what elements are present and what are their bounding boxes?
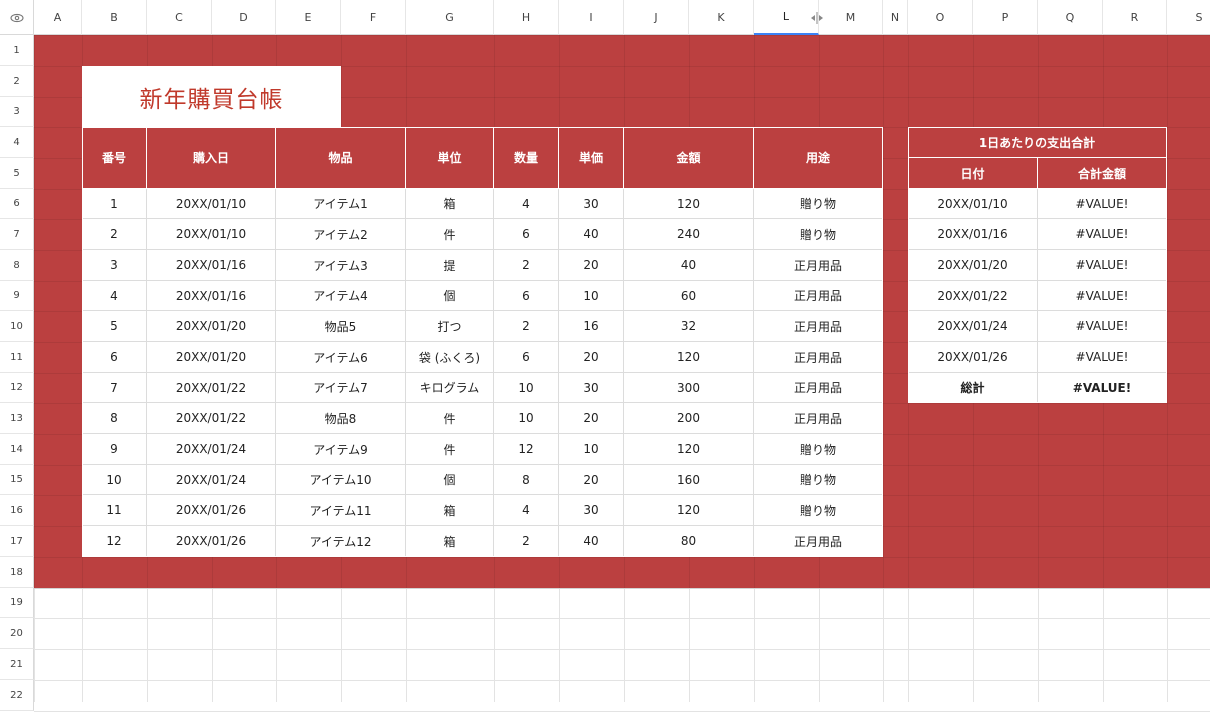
column-header-H[interactable]: H — [494, 0, 559, 35]
grid-line-horizontal — [34, 649, 1210, 650]
red-grid-line-horizontal — [34, 35, 1210, 36]
row-header-8[interactable]: 8 — [0, 250, 34, 281]
column-header-J[interactable]: J — [624, 0, 689, 35]
select-all-corner[interactable] — [0, 0, 34, 35]
column-header-E[interactable]: E — [276, 0, 341, 35]
row-header-1[interactable]: 1 — [0, 35, 34, 66]
row-header-13[interactable]: 13 — [0, 403, 34, 434]
column-resize-icon[interactable] — [810, 10, 824, 24]
column-header-A[interactable]: A — [34, 0, 82, 35]
column-header-S[interactable]: S — [1167, 0, 1210, 35]
row-header-20[interactable]: 20 — [0, 618, 34, 649]
column-header-D[interactable]: D — [212, 0, 276, 35]
grid-line-horizontal — [34, 680, 1210, 681]
row-header-2[interactable]: 2 — [0, 66, 34, 97]
summary-table — [908, 127, 1167, 403]
column-header-C[interactable]: C — [147, 0, 212, 35]
column-header-M[interactable]: M — [819, 0, 883, 35]
row-header-7[interactable]: 7 — [0, 219, 34, 250]
row-header-22[interactable]: 22 — [0, 680, 34, 711]
grid-line-horizontal — [34, 618, 1210, 619]
row-header-10[interactable]: 10 — [0, 311, 34, 342]
row-header-12[interactable]: 12 — [0, 373, 34, 403]
column-header-N[interactable]: N — [883, 0, 908, 35]
row-header-21[interactable]: 21 — [0, 649, 34, 680]
row-header-5[interactable]: 5 — [0, 158, 34, 189]
column-header-I[interactable]: I — [559, 0, 624, 35]
row-header-16[interactable]: 16 — [0, 495, 34, 526]
sheet-title: 新年購買台帳 — [82, 66, 341, 127]
red-grid-line-horizontal — [34, 557, 1210, 558]
column-header-G[interactable]: G — [406, 0, 494, 35]
row-header-6[interactable]: 6 — [0, 189, 34, 219]
row-header-15[interactable]: 15 — [0, 465, 34, 495]
column-header-B[interactable]: B — [82, 0, 147, 35]
purchase-table — [82, 127, 883, 557]
row-header-18[interactable]: 18 — [0, 557, 34, 588]
red-grid-line-horizontal — [34, 588, 1210, 589]
row-header-14[interactable]: 14 — [0, 434, 34, 465]
eye-icon[interactable] — [9, 8, 24, 27]
column-header-O[interactable]: O — [908, 0, 973, 35]
column-header-F[interactable]: F — [341, 0, 406, 35]
row-header-11[interactable]: 11 — [0, 342, 34, 373]
row-header-19[interactable]: 19 — [0, 588, 34, 618]
row-header-4[interactable]: 4 — [0, 127, 34, 158]
column-header-Q[interactable]: Q — [1038, 0, 1103, 35]
column-header-P[interactable]: P — [973, 0, 1038, 35]
column-header-R[interactable]: R — [1103, 0, 1167, 35]
row-header-9[interactable]: 9 — [0, 281, 34, 311]
column-header-K[interactable]: K — [689, 0, 754, 35]
row-header-17[interactable]: 17 — [0, 526, 34, 557]
row-header-3[interactable]: 3 — [0, 97, 34, 127]
